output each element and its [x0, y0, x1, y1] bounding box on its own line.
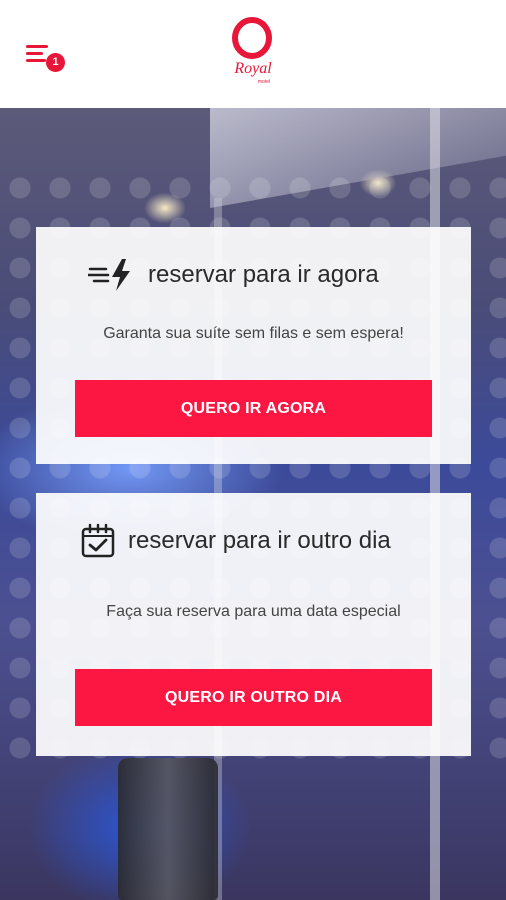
card-title: reservar para ir agora	[148, 261, 379, 288]
menu-button[interactable]: 1	[22, 40, 68, 74]
notification-badge: 1	[46, 53, 65, 72]
card-title: reservar para ir outro dia	[128, 527, 391, 554]
card-description: Garanta sua suíte sem filas e sem espera…	[103, 325, 404, 342]
go-other-day-button[interactable]: QUERO IR OUTRO DIA	[75, 669, 432, 726]
calendar-check-icon	[81, 523, 115, 558]
card-description: Faça sua reserva para uma data especial	[106, 603, 401, 620]
card-header: reservar para ir outro dia	[80, 523, 391, 559]
ice-bucket	[118, 758, 218, 900]
fast-lightning-icon	[88, 259, 130, 291]
royal-logo: Royal motel	[232, 17, 272, 85]
card-header: reservar para ir agora	[88, 257, 379, 293]
go-now-button[interactable]: QUERO IR AGORA	[75, 380, 432, 437]
hamburger-icon	[26, 45, 48, 48]
svg-text:Royal: Royal	[233, 60, 272, 77]
top-bar: 1 Royal motel	[0, 0, 506, 108]
reserve-now-card: reservar para ir agora Garanta sua suíte…	[36, 227, 471, 464]
reserve-other-day-card: reservar para ir outro dia Faça sua rese…	[36, 493, 471, 756]
hamburger-icon-line	[26, 52, 43, 55]
svg-text:motel: motel	[258, 79, 270, 85]
hamburger-icon-line	[26, 59, 46, 62]
